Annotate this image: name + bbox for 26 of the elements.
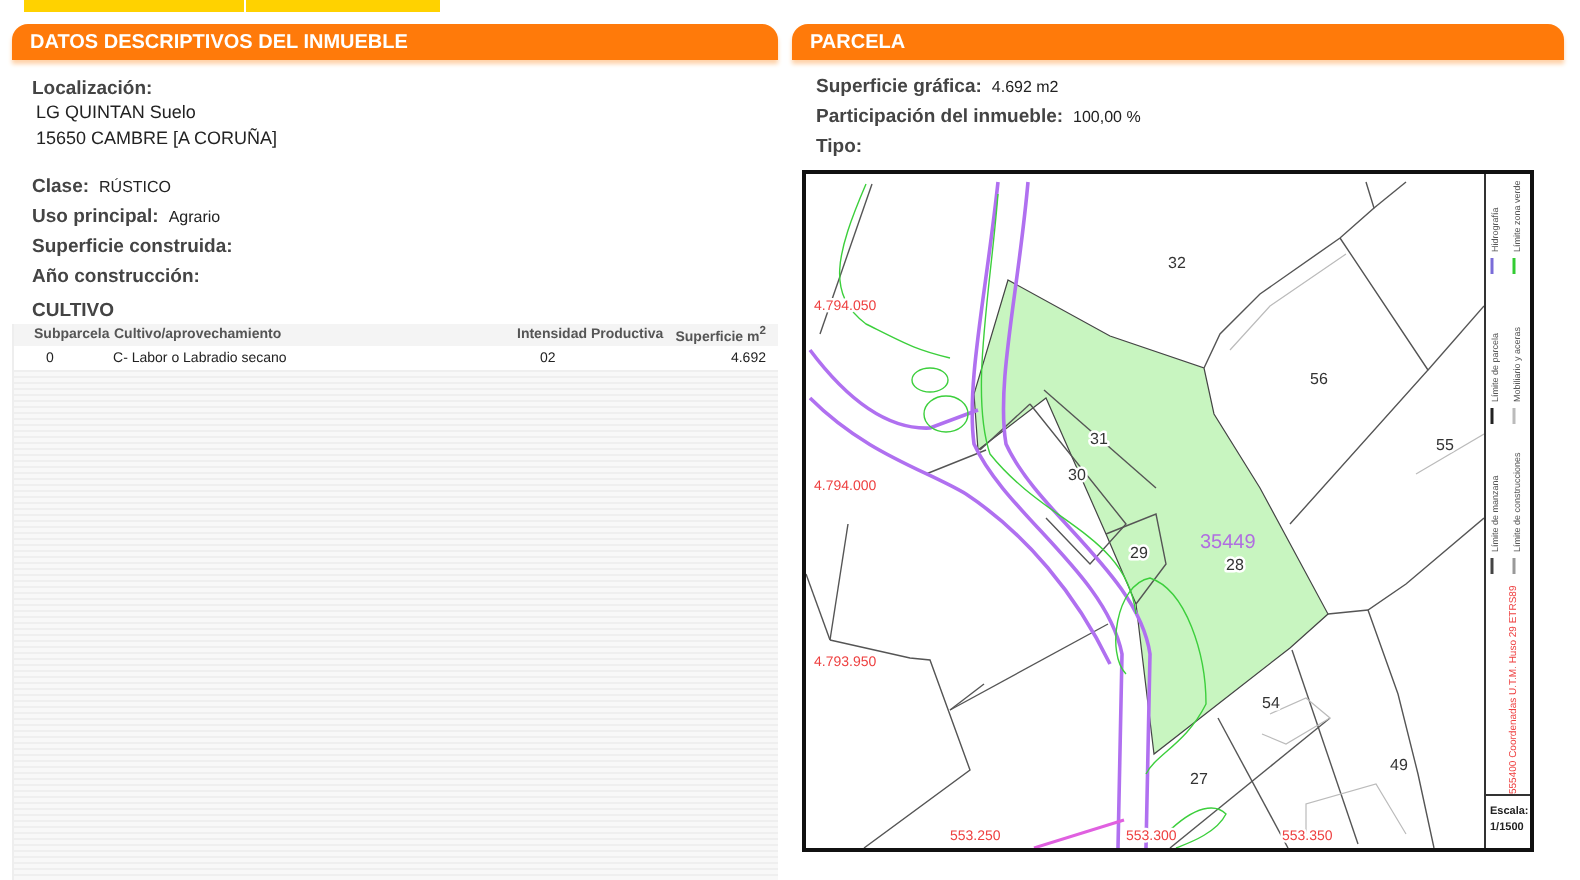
field-value: 4.692 m2 (991, 78, 1059, 96)
section-header: PARCELA (792, 24, 1564, 60)
field-label: Superficie construida: (32, 236, 233, 258)
field-label: Año construcción: (32, 266, 200, 288)
parcel-number: 49 (1390, 756, 1408, 774)
parcel-number: 32 (1168, 254, 1186, 272)
section-title: CULTIVO (32, 300, 116, 322)
field-label: Tipo: (816, 136, 863, 158)
cadastral-reference: 35449 (1200, 532, 1256, 554)
address-line: 15650 CAMBRE [A CORUÑA] (34, 126, 280, 152)
parcel-number: 54 (1262, 694, 1280, 712)
field-label: Superficie gráfica: (816, 76, 982, 98)
field-value: RÚSTICO (99, 178, 172, 196)
section-header: DATOS DESCRIPTIVOS DEL INMUEBLE (12, 24, 778, 60)
field-label: Participación del inmueble: (816, 106, 1064, 128)
parcel-number: 56 (1310, 370, 1328, 388)
parcel-number: 28 (1226, 556, 1244, 574)
parcel-number: 27 (1190, 770, 1208, 788)
field-label: Clase: (32, 176, 90, 198)
parcel-number: 29 (1130, 544, 1148, 562)
field-value: Agrario (168, 208, 221, 226)
field-label: Uso principal: (32, 206, 159, 228)
parcel-number: 55 (1436, 436, 1454, 454)
field-label: Localización: (32, 78, 155, 100)
address-line: LG QUINTAN Suelo (34, 100, 198, 126)
field-value: 100,00 % (1073, 108, 1141, 126)
